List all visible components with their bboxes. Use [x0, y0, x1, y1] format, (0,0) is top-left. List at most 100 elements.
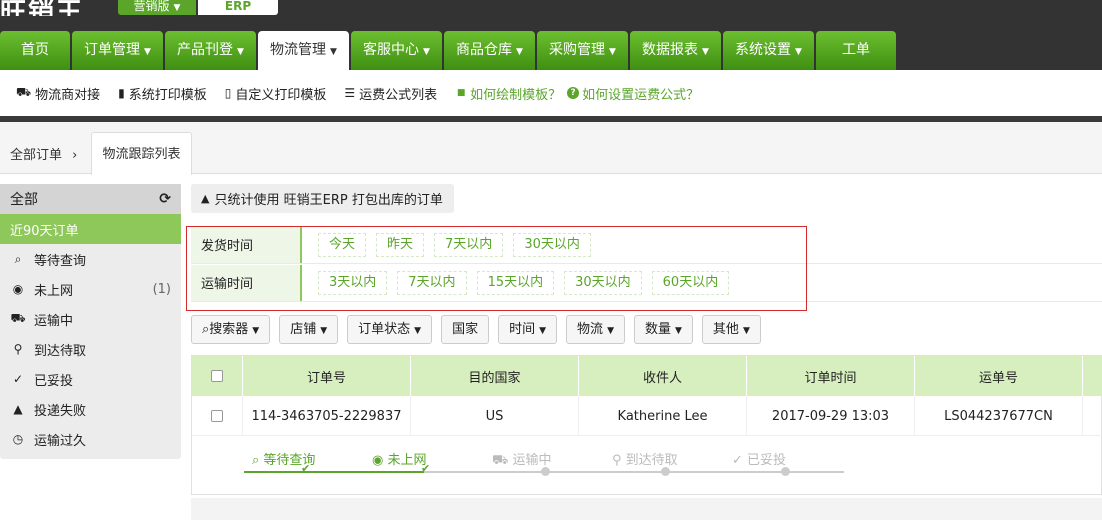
product-badge[interactable]: ERP: [198, 0, 278, 15]
edition-label: 营销版: [133, 0, 170, 13]
tracking-no[interactable]: LS044237677CN: [915, 396, 1083, 436]
filter-button-label: 店铺: [290, 322, 317, 337]
clock-icon: ◷: [12, 432, 24, 446]
filter-option[interactable]: 30天以内: [564, 270, 642, 295]
caret-down-icon: ▼: [320, 326, 328, 336]
col-recipient[interactable]: 收件人: [579, 356, 747, 396]
caret-down-icon: ▼: [702, 47, 709, 57]
caret-down-icon: ▼: [414, 326, 422, 336]
nav-tab-label: 订单管理: [84, 42, 141, 58]
filter-button[interactable]: 店铺 ▼: [279, 315, 339, 344]
filter-option[interactable]: 今天: [318, 232, 367, 257]
caret-down-icon: ▼: [539, 326, 547, 336]
subnav-link-label: 物流商对接: [35, 87, 101, 103]
search-icon: ⌕: [252, 453, 264, 468]
caret-down-icon: ▼: [237, 47, 244, 57]
help-link[interactable]: ? 如何设置运费公式？: [567, 84, 699, 103]
subnav-link[interactable]: ▯ 自定义打印模板: [225, 84, 327, 103]
logo[interactable]: 旺销王: [0, 0, 104, 16]
breadcrumb-root-label: 全部订单: [10, 148, 63, 163]
table-header: 订单号 目的国家 收件人 订单时间 运单号: [192, 356, 1102, 396]
filter-button-label: 订单状态: [358, 322, 411, 337]
check-icon: ✔: [301, 462, 311, 475]
sidebar-item[interactable]: ⛟ 运输中: [0, 304, 181, 334]
nav-tab[interactable]: 系统设置 ▼: [723, 31, 814, 70]
filter-option[interactable]: 7天以内: [397, 270, 467, 295]
nav-tab[interactable]: 商品仓库 ▼: [444, 31, 535, 70]
tab-tracking-list[interactable]: 物流跟踪列表: [91, 132, 192, 175]
filter-option[interactable]: 30天以内: [513, 232, 591, 257]
sidebar-header[interactable]: 全部 ⟳: [0, 184, 181, 214]
refresh-icon[interactable]: ⟳: [159, 191, 171, 207]
nav-tab[interactable]: 订单管理 ▼: [72, 31, 163, 70]
nav-tab[interactable]: 工单: [816, 31, 896, 70]
caret-down-icon: ▼: [252, 326, 260, 336]
nav-tab[interactable]: 首页: [0, 31, 70, 70]
filter-button[interactable]: 国家: [441, 315, 490, 344]
edition-dropdown[interactable]: 营销版 ▼: [118, 0, 196, 15]
tracking-progress: ⌕ 等待查询 ✔ ◉ 未上网 ✔ ⛟ 运输中 ⚲ 到达待取 ✓ 已妥投: [244, 444, 864, 484]
filter-button-label: 国家: [452, 322, 479, 337]
filter-option[interactable]: 15天以内: [476, 270, 555, 295]
sidebar-item-label: 运输中: [34, 313, 74, 329]
breadcrumb-root[interactable]: 全部订单 ›: [10, 144, 77, 163]
filter-option[interactable]: 3天以内: [318, 270, 388, 295]
col-order-time[interactable]: 订单时间: [747, 356, 915, 396]
sidebar-item[interactable]: ▲ 投递失败: [0, 394, 181, 424]
filter-button[interactable]: 其他 ▼: [701, 315, 761, 344]
sidebar-item[interactable]: 近90天订单: [0, 214, 181, 244]
count-badge: (1): [152, 281, 171, 297]
caret-down-icon: ▼: [675, 326, 682, 336]
sidebar-item-label: 等待查询: [34, 253, 87, 269]
filter-button[interactable]: 数量 ▼: [633, 315, 693, 344]
filter-ship-time: 发货时间 今天 昨天 7天以内 30天以内: [191, 226, 1102, 264]
sidebar-item[interactable]: ⌕ 等待查询: [0, 244, 181, 274]
filter-option[interactable]: 7天以内: [434, 232, 504, 257]
filter-button-label: 物流: [577, 322, 604, 337]
select-all-checkbox[interactable]: [211, 370, 223, 382]
subnav-link[interactable]: ⛟ 物流商对接: [16, 84, 100, 103]
subnav-link-label: 运费公式列表: [359, 87, 438, 103]
order-no[interactable]: 114-3463705-2229837: [243, 396, 411, 436]
sidebar-item[interactable]: ⚲ 到达待取: [0, 334, 181, 364]
caret-down-icon: ▼: [609, 47, 616, 57]
notice-text: 只统计使用 旺销王ERP 打包出库的订单: [214, 193, 443, 208]
sidebar-item[interactable]: ◉ 未上网 (1): [0, 274, 181, 304]
sidebar-item[interactable]: ✓ 已妥投: [0, 364, 181, 394]
check-icon: ✔: [421, 462, 431, 475]
nav-tab[interactable]: 采购管理 ▼: [537, 31, 628, 70]
table-row[interactable]: 114-3463705-2229837 US Katherine Lee 201…: [192, 396, 1102, 436]
subnav-link[interactable]: ▮ 系统打印模板: [118, 84, 207, 103]
check-circle-icon: ✓: [732, 453, 748, 468]
nav-tab[interactable]: 客服中心 ▼: [351, 31, 442, 70]
col-tracking-no[interactable]: 运单号: [915, 356, 1083, 396]
filter-button[interactable]: 订单状态 ▼: [347, 315, 433, 344]
filter-button[interactable]: 物流 ▼: [566, 315, 625, 344]
caret-down-icon: ▼: [330, 47, 337, 57]
filter-label: 运输时间: [191, 264, 302, 301]
subnav-link[interactable]: ☰ 运费公式列表: [344, 84, 437, 103]
filter-option[interactable]: 昨天: [376, 232, 425, 257]
filter-option[interactable]: 60天以内: [651, 270, 730, 295]
recipient: Katherine Lee: [579, 396, 747, 436]
nav-tab-label: 商品仓库: [456, 42, 513, 58]
col-country[interactable]: 目的国家: [411, 356, 579, 396]
nav-tab[interactable]: 产品刊登 ▼: [165, 31, 256, 70]
col-order-no[interactable]: 订单号: [243, 356, 411, 396]
sidebar-item-label: 近90天订单: [10, 223, 79, 239]
nav-tab[interactable]: 物流管理 ▼: [258, 31, 349, 70]
nav-tab-label: 产品刊登: [177, 42, 234, 58]
nav-tab[interactable]: 数据报表 ▼: [630, 31, 721, 70]
truck-icon: ⛟: [16, 85, 32, 99]
row-checkbox[interactable]: [211, 410, 223, 422]
filter-button[interactable]: ⌕搜索器 ▼: [191, 315, 271, 344]
filter-button[interactable]: 时间 ▼: [498, 315, 558, 344]
nav-tab-label: 系统设置: [735, 42, 792, 58]
bookmark-icon: ▮: [118, 86, 125, 100]
sidebar-item-label: 已妥投: [34, 373, 74, 389]
sidebar-item[interactable]: ◷ 运输过久: [0, 424, 181, 454]
help-link[interactable]: ■ 如何绘制模板？: [455, 84, 561, 103]
filter-button-label: 搜索器: [209, 322, 249, 337]
nav-tab-label: 数据报表: [642, 42, 699, 58]
sidebar-header-label: 全部: [10, 192, 38, 208]
